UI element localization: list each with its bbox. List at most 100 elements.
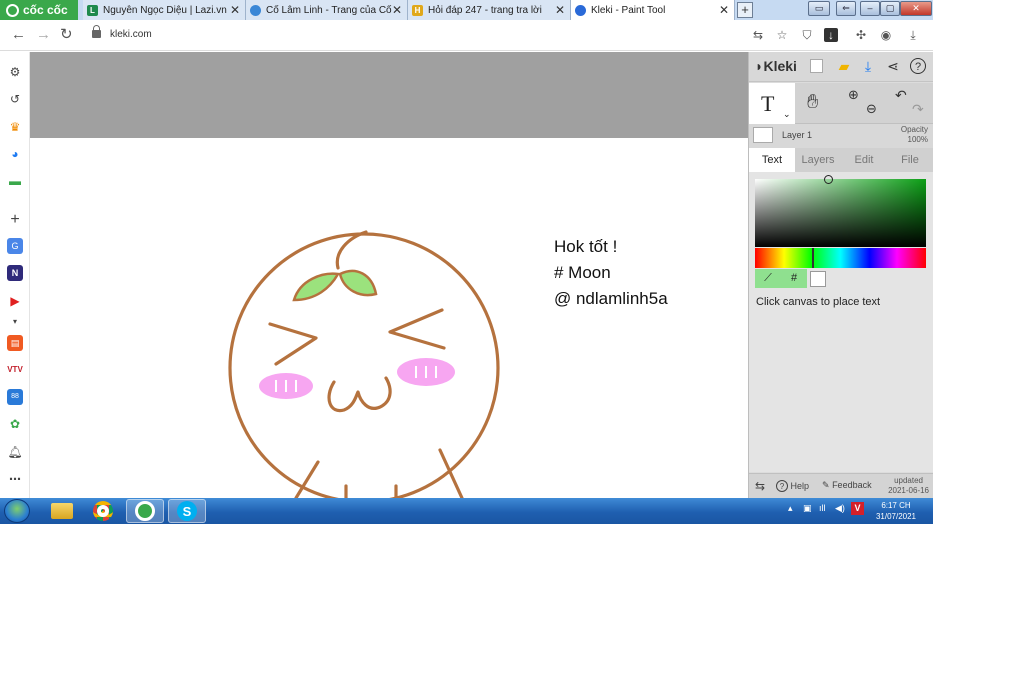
undo-icon[interactable]: ↶ [895,87,907,104]
messenger-icon[interactable]: ◕ [7,146,23,162]
shield-icon[interactable]: ⛉ [800,28,814,42]
help-icon[interactable]: ? [910,58,926,74]
tab-kleki[interactable]: Kleki - Paint Tool ✕ [571,0,735,20]
left-eye-stroke [268,322,318,366]
secondary-color-swatch[interactable] [810,271,826,287]
dropdown-chevron-icon[interactable]: ⌄ [783,109,791,120]
feedback-link[interactable]: ✎ Feedback [822,480,872,491]
tab-label: Hỏi đáp 247 - trang tra lời [428,4,542,16]
text-tool-button[interactable]: T ⌄ [749,83,795,124]
tab-close-icon[interactable]: ✕ [719,3,729,17]
new-tab-button[interactable]: + [737,2,753,18]
address-bar: ← → ↻ kleki.com ⇆ ☆ ⛉ ↓ ✣ ◉ ⤓ [0,20,933,51]
vtv-icon[interactable]: VTV [7,362,23,378]
downloads-icon[interactable]: ⤓ [906,28,920,42]
tab-layers[interactable]: Layers [795,148,841,172]
bookmark-star-icon[interactable]: ☆ [775,28,789,42]
explorer-taskbar-button[interactable] [43,499,81,523]
opacity-value: 100% [907,135,928,144]
antivirus-icon[interactable]: V [851,502,864,515]
google-translate-icon[interactable]: G [7,238,23,254]
browser-brand: cốc cốc [23,3,68,17]
tab-file[interactable]: File [887,148,933,172]
share-icon[interactable]: ⋖ [885,58,901,74]
zoom-out-icon[interactable]: ⊖ [866,101,877,117]
canvas-text-line: Hok tốt ! [554,237,618,256]
back-window-icon[interactable]: ⇐ [836,1,856,16]
tray-expand-icon[interactable]: ▴ [788,503,793,514]
history-icon[interactable]: ↺ [7,91,23,107]
new-image-icon[interactable] [810,59,823,73]
forward-arrow-icon[interactable]: → [36,27,51,43]
canvas-text-block: Hok tốt ! # Moon @ ndlamlinh5a [554,234,668,312]
network-signal-icon[interactable]: ıll [819,503,826,513]
sketch-strokes [228,230,500,498]
eyedropper-icon[interactable]: ⟋ [755,269,781,288]
add-icon[interactable]: + [7,212,23,228]
download-arrow-icon[interactable]: ↓ [824,28,838,42]
tab-close-icon[interactable]: ✕ [555,3,565,17]
maximize-button[interactable]: ▢ [880,1,900,16]
layer-name: Layer 1 [782,130,813,140]
translate-icon[interactable]: ⇆ [751,28,765,42]
crown-icon[interactable]: ♛ [7,119,23,135]
help-link[interactable]: ? Help [776,480,809,492]
drawing-canvas[interactable]: Hok tốt ! # Moon @ ndlamlinh5a [30,52,748,498]
zoom-in-icon[interactable]: ⊕ [848,87,859,103]
hue-slider-knob[interactable] [812,248,814,268]
chrome-taskbar-button[interactable] [84,499,122,523]
hex-input-button[interactable]: # [781,269,807,288]
system-clock[interactable]: 6:17 CH 31/07/2021 [866,500,926,522]
gamepad-icon[interactable]: ▬ [7,173,23,189]
minimize-button[interactable]: – [860,1,880,16]
tab-label: Kleki - Paint Tool [591,4,666,16]
close-window-button[interactable]: ✕ [900,1,932,16]
folder-open-icon[interactable]: ▰ [836,58,852,74]
coccoc-taskbar-button[interactable] [126,499,164,523]
url-field[interactable]: kleki.com [110,29,152,40]
tab-label: Nguyễn Ngọc Diệu | Lazi.vn [103,4,227,16]
profile-icon[interactable]: ◉ [879,28,893,42]
color-tools-row: ⟋ # [755,269,807,288]
more-options-icon[interactable]: ⋯ [7,471,23,487]
back-arrow-icon[interactable]: ← [11,27,26,43]
saturation-value-picker[interactable] [755,175,926,247]
volume-icon[interactable]: ◀) [835,503,845,514]
notification-bell-icon[interactable]: 🔔︎ [7,444,23,460]
reload-icon[interactable]: ↻ [60,27,73,43]
settings-gear-icon[interactable]: ⚙ [7,64,23,80]
skype-taskbar-button[interactable]: S [168,499,206,523]
tab-hoidap247[interactable]: H Hỏi đáp 247 - trang tra lời ✕ [408,0,571,20]
browser-menu-button[interactable]: cốc cốc [0,0,78,20]
swap-side-icon[interactable]: ⇆ [755,479,765,493]
youtube-icon[interactable]: ▶ [7,293,23,309]
start-button[interactable] [4,499,30,523]
tiki-icon[interactable]: 88 [7,389,23,405]
tab-text[interactable]: Text [749,148,795,172]
hue-slider[interactable] [755,248,926,268]
tab-colamlinh[interactable]: Cố Lâm Linh - Trang của Cố ✕ [246,0,408,20]
coccoc-logo-icon [6,3,19,17]
sv-picker-knob[interactable] [824,175,833,184]
tab-close-icon[interactable]: ✕ [392,3,402,17]
tray-device-icon[interactable]: ▣ [803,503,812,514]
expand-chevron-icon[interactable]: ▾ [7,314,23,330]
redo-icon[interactable]: ↷ [912,101,924,118]
canvas-text-line: @ ndlamlinh5a [554,289,668,308]
tab-close-icon[interactable]: ✕ [230,3,240,17]
right-leaf [338,269,378,297]
layer-row[interactable]: Layer 1 Opacity 100% [749,124,933,148]
extensions-icon[interactable]: ✣ [854,28,868,42]
tab-edit[interactable]: Edit [841,148,887,172]
folder-icon [51,503,73,519]
shopping-icon[interactable]: ▤ [7,335,23,351]
save-download-icon[interactable]: ⤓ [860,58,876,74]
hand-tool-icon[interactable]: ✋︎ [807,91,818,114]
cast-icon[interactable]: ▭ [808,1,830,16]
tab-lazi[interactable]: L Nguyễn Ngọc Diệu | Lazi.vn ✕ [83,0,246,20]
n-app-icon[interactable]: N [7,265,23,281]
feedback-label: Feedback [832,480,872,490]
kleki-toolbar: ◗Kleki ▰ ⤓ ⋖ ? [749,52,933,82]
game-controller-icon[interactable]: ✿ [7,416,23,432]
tab-bar: cốc cốc L Nguyễn Ngọc Diệu | Lazi.vn ✕ C… [0,0,933,20]
